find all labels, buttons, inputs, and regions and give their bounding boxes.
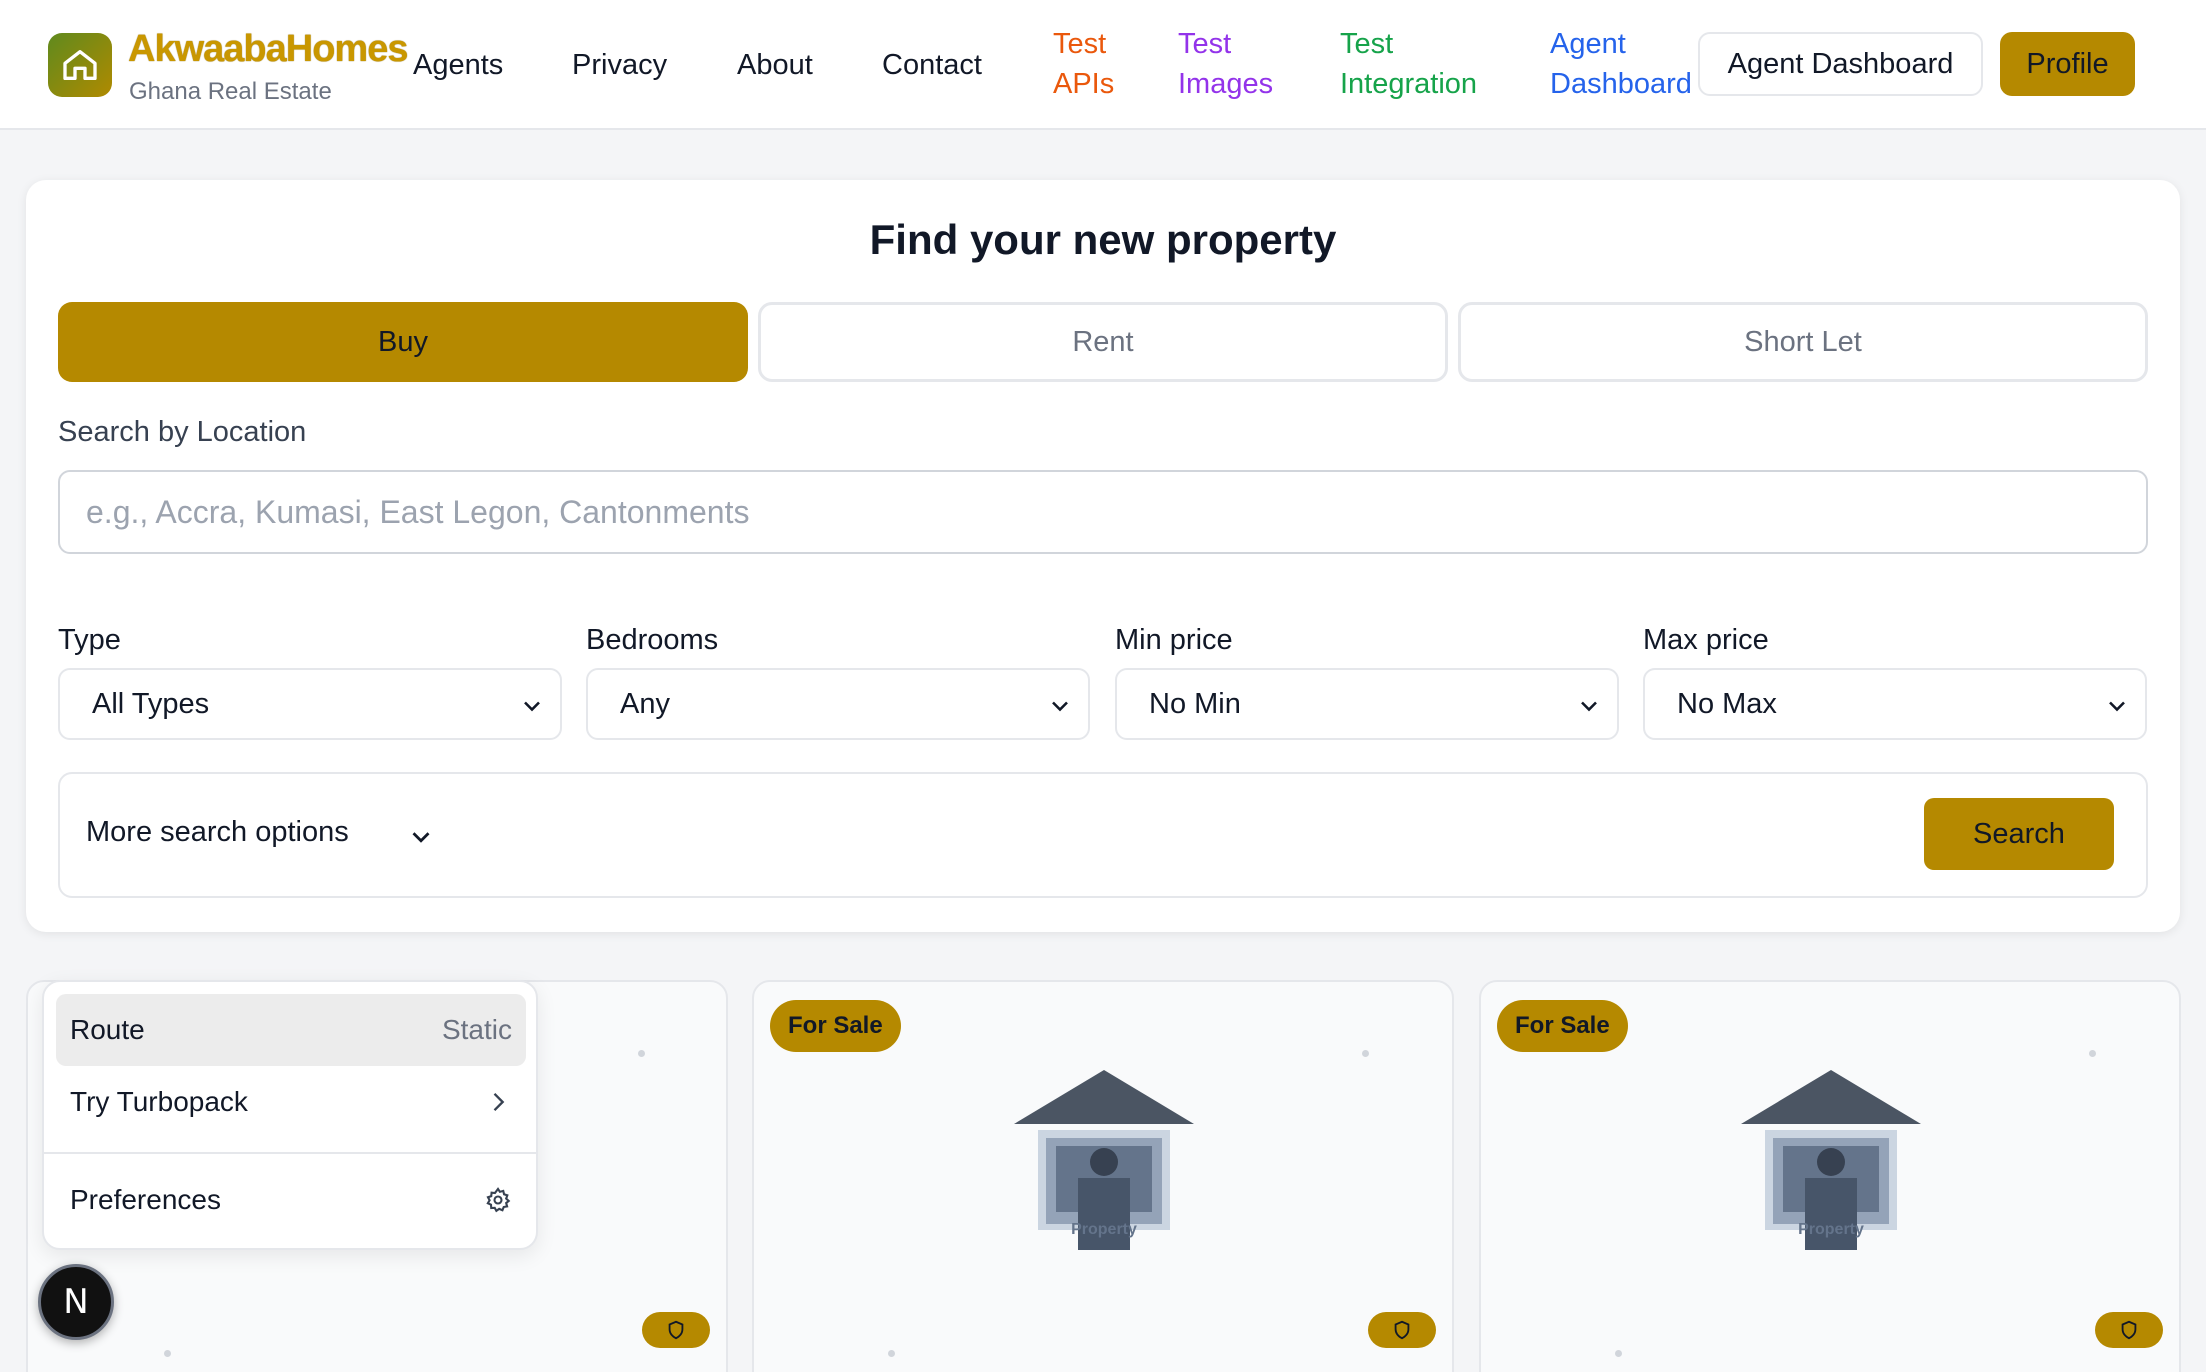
dev-menu-turbopack[interactable]: Try Turbopack (56, 1066, 526, 1138)
site-header: AkwaabaHomes Ghana Real Estate Agents Pr… (0, 0, 2206, 130)
home-icon (63, 50, 97, 81)
shield-icon (1394, 1320, 1410, 1340)
decor-dot (888, 1350, 895, 1357)
route-label: Route (70, 1014, 145, 1045)
type-label: Type (58, 624, 121, 656)
max-price-select-value: No Max (1677, 687, 1777, 720)
property-placeholder-label: Property (1071, 1221, 1137, 1238)
nav-test-apis-line1: Test (1053, 28, 1107, 60)
min-price-select[interactable]: No Min (1115, 668, 1619, 740)
more-options-panel: More search options (58, 772, 2148, 898)
shield-icon (668, 1320, 684, 1340)
nav-about[interactable]: About (737, 0, 813, 130)
nav-test-images-line1: Test (1178, 28, 1232, 60)
nav-contact[interactable]: Contact (882, 0, 982, 130)
chevron-down-icon (1581, 701, 1597, 712)
property-placeholder-image: Property (1014, 1070, 1194, 1250)
gear-icon (486, 1187, 511, 1213)
more-options-toggle[interactable]: More search options (86, 816, 349, 849)
profile-button[interactable]: Profile (2000, 32, 2135, 96)
listing-card[interactable]: For Sale Property (752, 980, 1454, 1372)
verified-badge (642, 1312, 710, 1348)
chevron-right-icon (493, 1093, 505, 1111)
shield-icon (2121, 1320, 2137, 1340)
chevron-down-icon (524, 701, 540, 712)
decor-dot (2089, 1050, 2096, 1057)
property-placeholder-label: Property (1798, 1221, 1864, 1238)
nav-test-images-line2: Images (1178, 68, 1274, 100)
bedrooms-label: Bedrooms (586, 624, 719, 656)
tab-buy[interactable]: Buy (58, 302, 748, 382)
type-select-value: All Types (92, 687, 210, 720)
nav-test-integration-line2: Integration (1340, 68, 1478, 100)
max-price-label: Max price (1643, 624, 1769, 656)
listing-card[interactable]: For Sale Property (1479, 980, 2181, 1372)
nav-test-apis[interactable]: Test APIs (1053, 24, 1114, 104)
dev-menu-route[interactable]: Route Static (56, 994, 526, 1066)
nextjs-dev-badge[interactable]: N (38, 1264, 114, 1340)
route-value: Static (441, 1014, 512, 1045)
dev-tools-menu: Route Static Try Turbopack Preferences (42, 980, 538, 1250)
search-title: Find your new property (869, 216, 1337, 263)
chevron-down-icon (1052, 701, 1068, 712)
logo[interactable] (48, 33, 112, 97)
verified-badge (1368, 1312, 1436, 1348)
chevron-down-icon[interactable] (406, 822, 436, 852)
max-price-select[interactable]: No Max (1643, 668, 2147, 740)
nav-agent-dashboard[interactable]: Agent Dashboard (1550, 24, 1692, 104)
bedrooms-select-value: Any (620, 687, 670, 720)
nav-agents[interactable]: Agents (413, 0, 503, 130)
verified-badge (2095, 1312, 2163, 1348)
chevron-down-icon (2109, 701, 2125, 712)
nav-agent-dashboard-line2: Dashboard (1550, 68, 1692, 100)
property-placeholder-image: Property (1741, 1070, 1921, 1250)
location-search-input[interactable] (58, 470, 2148, 554)
nav-test-integration[interactable]: Test Integration (1340, 24, 1477, 104)
brand-name[interactable]: AkwaabaHomes (128, 28, 408, 71)
decor-dot (638, 1050, 645, 1057)
brand-tagline: Ghana Real Estate (129, 78, 332, 105)
agent-dashboard-button[interactable]: Agent Dashboard (1698, 32, 1983, 96)
nav-test-apis-line2: APIs (1053, 68, 1115, 100)
nav-test-images[interactable]: Test Images (1178, 24, 1273, 104)
type-select[interactable]: All Types (58, 668, 562, 740)
search-card: Find your new property Buy Rent Short Le… (26, 180, 2180, 932)
preferences-label: Preferences (70, 1184, 221, 1215)
turbopack-label: Try Turbopack (70, 1086, 248, 1117)
decor-dot (164, 1350, 171, 1357)
status-badge: For Sale (1497, 1000, 1628, 1052)
min-price-select-value: No Min (1149, 687, 1241, 720)
divider (44, 1152, 536, 1154)
decor-dot (1615, 1350, 1622, 1357)
dev-menu-preferences[interactable]: Preferences (56, 1164, 526, 1236)
status-badge: For Sale (770, 1000, 901, 1052)
nav-privacy[interactable]: Privacy (572, 0, 667, 130)
tab-rent[interactable]: Rent (758, 302, 1448, 382)
tab-short-let[interactable]: Short Let (1458, 302, 2148, 382)
nav-agent-dashboard-line1: Agent (1550, 28, 1626, 60)
min-price-label: Min price (1115, 624, 1233, 656)
location-label: Search by Location (58, 416, 307, 448)
bedrooms-select[interactable]: Any (586, 668, 1090, 740)
nav-test-integration-line1: Test (1340, 28, 1394, 60)
search-button[interactable]: Search (1924, 798, 2114, 870)
decor-dot (1362, 1050, 1369, 1057)
